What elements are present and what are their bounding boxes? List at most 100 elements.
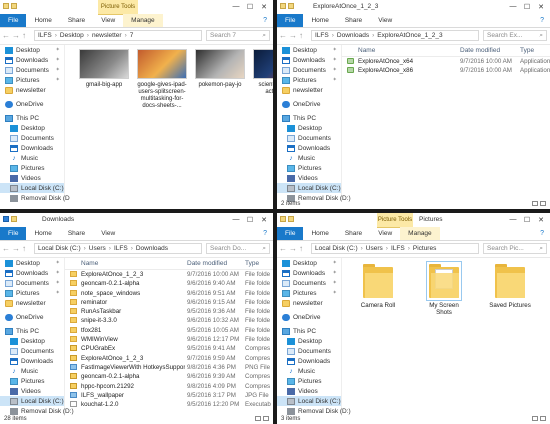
- forward-arrow-icon[interactable]: →: [12, 31, 20, 40]
- search-input[interactable]: Search Pic... ⌕: [483, 243, 547, 254]
- quick-access-toolbar[interactable]: [3, 3, 33, 11]
- list-item[interactable]: Camera Roll: [356, 264, 400, 316]
- table-row[interactable]: ExploreAtOnce_x86 9/7/2016 10:00 AM Applic…: [342, 66, 550, 75]
- tab-share[interactable]: Share: [60, 14, 93, 27]
- tab-home[interactable]: Home: [303, 14, 336, 27]
- sidebar-item[interactable]: Pictures ✦: [0, 75, 64, 85]
- tab-file[interactable]: File: [277, 227, 304, 240]
- sidebar-item[interactable]: Videos: [277, 173, 341, 183]
- title-bar[interactable]: ExploreAtOnce_1_2_3 — ☐ ✕: [277, 0, 550, 14]
- sidebar-item[interactable]: Removal Disk (D:): [0, 406, 74, 416]
- table-row[interactable]: ILFS_wallpaper 9/5/2016 3:17 PM JPG File: [65, 391, 273, 400]
- download-icon[interactable]: [3, 216, 9, 222]
- breadcrumb-item[interactable]: ILFS: [315, 32, 329, 39]
- details-view-icon[interactable]: [255, 416, 261, 421]
- list-item[interactable]: My Screen Shots: [422, 261, 466, 316]
- table-row[interactable]: reminator 9/6/2016 9:15 AM File folde: [65, 298, 273, 307]
- address-bar[interactable]: Local Disk (C:) › Users › ILFS › Pictures: [311, 243, 479, 254]
- sidebar-item[interactable]: Desktop: [0, 336, 64, 346]
- sidebar-item[interactable]: Pictures: [0, 163, 64, 173]
- quick-access-toolbar[interactable]: [280, 3, 310, 11]
- tab-manage[interactable]: Manage: [400, 227, 440, 240]
- sidebar-item[interactable]: Documents ✦: [0, 65, 64, 75]
- sidebar-item[interactable]: newsletter: [0, 298, 64, 308]
- sidebar-item[interactable]: This PC: [0, 113, 64, 123]
- sidebar-item[interactable]: newsletter: [0, 85, 64, 95]
- sidebar-item[interactable]: Videos: [0, 386, 64, 396]
- properties-icon[interactable]: [11, 216, 17, 222]
- forward-arrow-icon[interactable]: →: [289, 31, 297, 40]
- title-bar[interactable]: Picture Tools — ☐ ✕: [0, 0, 273, 15]
- tab-view[interactable]: View: [370, 14, 400, 27]
- minimize-icon[interactable]: —: [229, 1, 243, 12]
- sidebar-item[interactable]: Desktop: [277, 123, 341, 133]
- close-icon[interactable]: ✕: [534, 214, 548, 225]
- tab-share[interactable]: Share: [60, 227, 93, 240]
- close-icon[interactable]: ✕: [257, 1, 271, 12]
- large-icons-view-icon[interactable]: [540, 201, 546, 206]
- tab-view[interactable]: View: [93, 14, 123, 27]
- help-icon[interactable]: ?: [534, 14, 550, 27]
- sidebar-item[interactable]: This PC: [0, 326, 64, 336]
- forward-arrow-icon[interactable]: →: [12, 244, 20, 253]
- tab-home[interactable]: Home: [26, 227, 59, 240]
- sidebar-item[interactable]: Desktop ✦: [277, 45, 341, 55]
- list-item[interactable]: Saved Pictures: [488, 264, 532, 316]
- up-arrow-icon[interactable]: ↑: [22, 244, 26, 253]
- sidebar-item[interactable]: newsletter: [277, 298, 341, 308]
- table-row[interactable]: tfox281 9/5/2016 10:05 AM File folde: [65, 326, 273, 335]
- properties-icon[interactable]: [11, 3, 17, 9]
- breadcrumb-item[interactable]: 7: [130, 32, 134, 39]
- sidebar-item[interactable]: Downloads: [277, 143, 341, 153]
- sidebar-item[interactable]: OneDrive: [0, 99, 64, 109]
- maximize-icon[interactable]: ☐: [243, 214, 257, 225]
- table-row[interactable]: ExploreAtOnce_1_2_3 9/7/2016 10:00 AM File…: [65, 270, 273, 279]
- minimize-icon[interactable]: —: [229, 214, 243, 225]
- close-icon[interactable]: ✕: [534, 1, 548, 12]
- sidebar-item[interactable]: Local Disk (C:): [277, 183, 341, 193]
- sidebar-item[interactable]: Pictures ✦: [277, 75, 341, 85]
- sidebar-item[interactable]: Downloads ✦: [0, 268, 64, 278]
- sidebar-item[interactable]: Local Disk (C:): [0, 396, 64, 406]
- quick-access-toolbar[interactable]: [280, 216, 310, 224]
- breadcrumb-item[interactable]: Users: [89, 245, 106, 252]
- sidebar-item[interactable]: Downloads ✦: [277, 268, 341, 278]
- breadcrumb-item[interactable]: Pictures: [413, 245, 436, 252]
- list-item[interactable]: gmail-big-app: [79, 49, 129, 110]
- sidebar-item[interactable]: Documents: [0, 133, 64, 143]
- tab-view[interactable]: View: [370, 227, 400, 240]
- maximize-icon[interactable]: ☐: [520, 214, 534, 225]
- breadcrumb-item[interactable]: ILFS: [38, 32, 52, 39]
- table-row[interactable]: hppc-hpcom.21292 9/8/2016 4:09 PM Compres: [65, 382, 273, 391]
- help-icon[interactable]: ?: [257, 227, 273, 240]
- minimize-icon[interactable]: —: [506, 214, 520, 225]
- large-icons-view-icon[interactable]: [263, 416, 269, 421]
- quick-access-toolbar[interactable]: [3, 216, 33, 224]
- breadcrumb-item[interactable]: Downloads: [337, 32, 369, 39]
- address-bar[interactable]: ILFS › Desktop › newsletter › 7: [34, 30, 202, 41]
- table-row[interactable]: CPUGrabEx 9/5/2016 9:41 AM Compres: [65, 344, 273, 353]
- table-row[interactable]: ExploreAtOnce_1_2_3 9/7/2016 9:59 AM Compr…: [65, 354, 273, 363]
- sidebar-item[interactable]: Local Disk (C:): [0, 183, 64, 193]
- sidebar-item[interactable]: ♪ Music: [0, 153, 64, 163]
- back-arrow-icon[interactable]: ←: [279, 244, 287, 253]
- address-bar[interactable]: ILFS › Downloads › ExploreAtOnce_1_2_3: [311, 30, 479, 41]
- column-header-date[interactable]: Date modified: [187, 260, 227, 267]
- details-view-icon[interactable]: [532, 201, 538, 206]
- table-row[interactable]: FastImageViewerWith HotkeysSupport 9/8/20…: [65, 363, 273, 372]
- back-arrow-icon[interactable]: ←: [2, 31, 10, 40]
- sidebar-item[interactable]: Downloads: [277, 356, 341, 366]
- column-header-type[interactable]: Type: [245, 260, 259, 267]
- table-row[interactable]: note_space_windows 9/6/2016 9:51 AM File f…: [65, 289, 273, 298]
- sidebar-item[interactable]: ♪ Music: [277, 366, 341, 376]
- sidebar-item[interactable]: Videos: [0, 173, 64, 183]
- table-row[interactable]: kouchat-1.2.0 9/5/2016 12:20 PM Executab: [65, 400, 273, 409]
- maximize-icon[interactable]: ☐: [520, 1, 534, 12]
- breadcrumb-item[interactable]: Desktop: [60, 32, 84, 39]
- sidebar-item[interactable]: Pictures: [277, 163, 341, 173]
- search-input[interactable]: Search Do... ⌕: [206, 243, 270, 254]
- breadcrumb-item[interactable]: Downloads: [136, 245, 168, 252]
- table-row[interactable]: geoncam-0.2.1-alpha 9/6/2016 9:40 AM File …: [65, 279, 273, 288]
- sidebar-item[interactable]: Pictures: [277, 376, 341, 386]
- table-row[interactable]: geoncam-0.2.1-alpha 9/6/2016 9:39 AM Compr…: [65, 372, 273, 381]
